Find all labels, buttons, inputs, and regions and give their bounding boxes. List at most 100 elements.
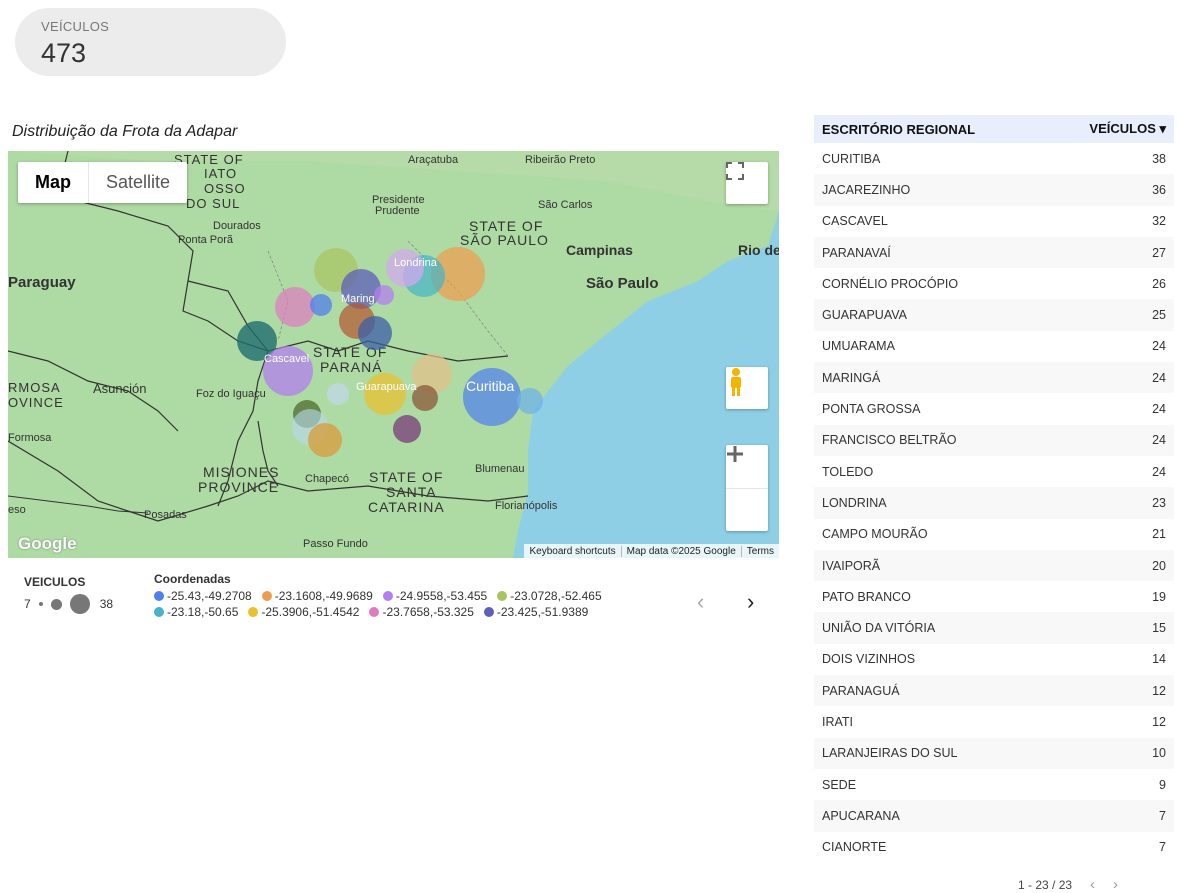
legend-item[interactable]: -23.0728,-52.465 [497,588,602,604]
label-sao-carlos: São Carlos [538,199,593,211]
office-name-cell: SEDE [822,777,857,792]
table-row[interactable]: FRANCISCO BELTRÃO 24 [814,424,1174,456]
office-name-cell: PATO BRANCO [822,589,911,604]
bubble[interactable] [393,415,421,443]
office-name-cell: JACAREZINHO [814,174,1047,206]
legend-item[interactable]: -23.425,-51.9389 [483,604,588,620]
table-row[interactable]: IRATI 12 [814,706,1174,737]
label-formosa-prov-2: OVINCE [8,395,64,410]
table-row[interactable]: CIANORTE 7 [814,832,1174,863]
table-row[interactable]: MARINGÁ 24 [814,362,1174,394]
table-row[interactable]: LONDRINA 23 [814,487,1174,519]
vehicle-count-cell: 24 [1046,362,1174,394]
bubble[interactable] [374,285,394,305]
table-row[interactable]: PONTA GROSSA 24 [814,393,1174,424]
legend-item-label: -25.43,-49.2708 [167,589,252,603]
table-row[interactable]: IVAIPORÃ 20 [814,549,1174,582]
legend-item-label: -24.9558,-53.455 [395,589,488,603]
label-cascavel: Cascavel [264,353,309,365]
table-next-button[interactable]: › [1113,876,1118,893]
map-type-satellite-button[interactable]: Satellite [88,162,187,203]
table-row[interactable]: PARANAGUÁ 12 [814,675,1174,707]
label-aracatuba: Araçatuba [408,154,459,166]
zoom-out-button[interactable] [726,452,768,532]
legend-item[interactable]: -23.1608,-49.9689 [261,588,373,604]
office-name-cell: PONTA GROSSA [822,402,921,417]
map-type-control[interactable]: Map Satellite [18,162,188,203]
table-row[interactable]: CURITIBA 38 [814,143,1174,174]
table-row[interactable]: APUCARANA 7 [814,800,1174,832]
table-row[interactable]: GUARAPUAVA 25 [814,299,1174,331]
table-prev-button[interactable]: ‹ [1090,876,1095,893]
map-title: Distribuição da Frota da Adapar [12,123,238,140]
label-passo-fundo: Passo Fundo [303,538,368,550]
vehicle-count-cell: 27 [1046,236,1174,269]
legend-item[interactable]: -23.7658,-53.325 [369,604,474,620]
office-name-cell: TOLEDO [822,464,874,479]
zoom-control[interactable] [726,445,768,531]
street-view-button[interactable] [726,367,768,409]
minus-icon [727,452,743,456]
label-campinas: Campinas [566,242,633,258]
table-row[interactable]: TOLEDO 24 [814,456,1174,487]
vehicle-count-cell: 38 [1152,151,1166,166]
bubble[interactable] [463,368,521,426]
office-name-cell: DOIS VIZINHOS [822,652,916,667]
table-row[interactable]: JACAREZINHO 36 [814,174,1174,206]
label-posadas: Posadas [144,509,187,521]
bubble[interactable] [364,373,406,415]
legend-item[interactable]: -24.9558,-53.455 [382,588,488,604]
table-row[interactable]: LARANJEIRAS DO SUL 10 [814,737,1174,769]
label-ms-3: OSSO [204,181,246,196]
map-container[interactable]: Paraguay Asunción Formosa RMOSA OVINCE S… [8,151,779,558]
regional-office-table: ESCRITÓRIO REGIONAL VEÍCULOS ▾ CURITIBA 3… [814,115,1174,863]
map-data-text: Map data ©2025 Google [620,545,741,557]
office-name-cell: IVAIPORÃ [814,549,1047,582]
legend-item-label: -23.1608,-49.9689 [274,589,373,603]
legend-next-button[interactable]: › [747,589,754,615]
bubble[interactable] [517,388,543,414]
column-header-office[interactable]: ESCRITÓRIO REGIONAL [814,115,1047,143]
legend-color-dot [154,591,164,601]
keyboard-shortcuts-link[interactable]: Keyboard shortcuts [524,546,620,557]
legend-small-dot [38,602,43,606]
pegman-icon [731,368,741,396]
label-pres-prudente-2: Prudente [375,205,420,217]
table-row[interactable]: UNIÃO DA VITÓRIA 15 [814,612,1174,644]
map-canvas[interactable]: Paraguay Asunción Formosa RMOSA OVINCE S… [8,151,779,558]
legend-item[interactable]: -25.3906,-51.4542 [248,604,359,620]
terms-link[interactable]: Terms [740,545,779,557]
column-header-vehicles[interactable]: VEÍCULOS ▾ [1046,115,1174,143]
table-row[interactable]: PARANAVAÍ 27 [814,236,1174,269]
bubble[interactable] [275,287,315,327]
legend-item-label: -23.18,-50.65 [167,605,239,619]
bubble[interactable] [327,383,349,405]
table-row[interactable]: CORNÉLIO PROCÓPIO 26 [814,268,1174,299]
map-type-map-button[interactable]: Map [18,162,88,203]
office-name-cell: LARANJEIRAS DO SUL [814,737,1047,769]
kpi-scorecard: VEÍCULOS 473 [15,8,286,76]
office-name-cell: CIANORTE [822,840,887,855]
table-row[interactable]: CASCAVEL 32 [814,206,1174,237]
vehicle-count-cell: 26 [1152,276,1166,291]
legend-item[interactable]: -25.43,-49.2708 [154,588,252,604]
legend-prev-button[interactable]: ‹ [697,589,704,615]
fullscreen-button[interactable] [726,162,768,204]
vehicle-count-cell: 24 [1152,402,1166,417]
legend-color-dot [483,607,494,617]
table-row[interactable]: CAMPO MOURÃO 21 [814,519,1174,550]
bubble[interactable] [358,316,392,350]
table-row[interactable]: PATO BRANCO 19 [814,581,1174,612]
table-row[interactable]: DOIS VIZINHOS 14 [814,644,1174,675]
map-attribution: Keyboard shortcuts Map data ©2025 Google… [524,544,779,558]
table-row[interactable]: UMUARAMA 24 [814,331,1174,362]
office-name-cell: PARANAGUÁ [814,675,1047,707]
vehicle-count-cell: 25 [1046,299,1174,331]
bubble[interactable] [310,294,332,316]
legend-item[interactable]: -23.18,-50.65 [154,604,238,620]
bubble[interactable] [308,423,342,457]
legend-size-max: 38 [99,597,114,611]
office-name-cell: GUARAPUAVA [814,299,1047,331]
vehicle-count-cell: 21 [1152,527,1166,542]
table-row[interactable]: SEDE 9 [814,769,1174,800]
